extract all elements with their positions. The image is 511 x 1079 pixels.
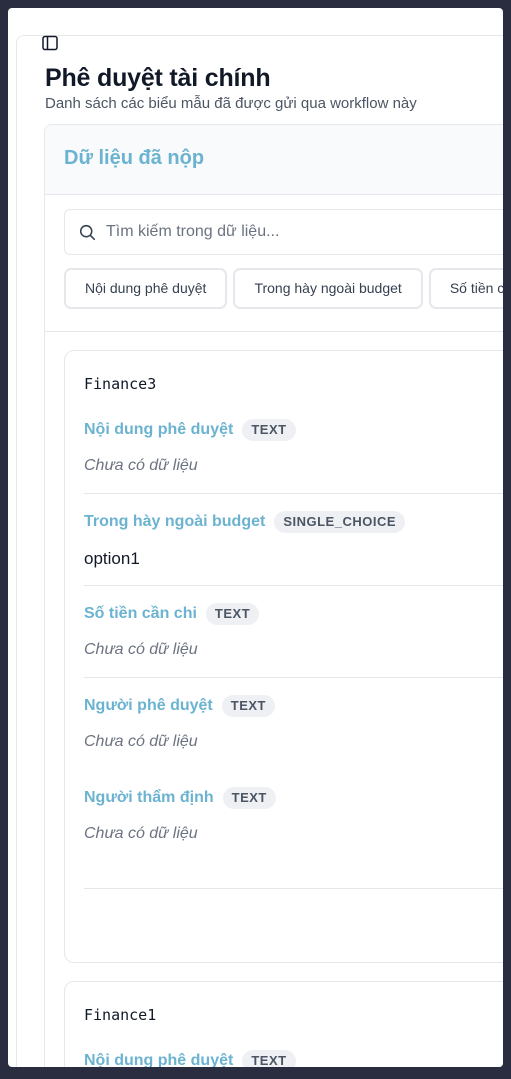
field-label: Số tiền cần chi: [84, 605, 197, 622]
divider: [45, 331, 503, 332]
field-value: Chưa có dữ liệu: [84, 457, 198, 474]
field-type-badge: TEXT: [242, 419, 296, 441]
app-window: Phê duyệt tài chính Danh sách các biểu m…: [8, 8, 503, 1067]
field-label: Người thẩm định: [84, 789, 214, 806]
record-card: Finance3 Nội dung phê duyệt TEXT Chưa có …: [64, 350, 503, 963]
field-item: Người phê duyệt TEXT Chưa có dữ liệu: [84, 695, 503, 757]
field-type-badge: TEXT: [205, 603, 260, 625]
search-input[interactable]: [106, 210, 503, 254]
divider: [84, 677, 503, 678]
card-title: Dữ liệu đã nộp: [64, 147, 205, 169]
field-label: Trong hày ngoài budget: [84, 513, 266, 530]
page-subtitle: Danh sách các biểu mẫu đã được gửi qua w…: [45, 95, 417, 112]
record-name: Finance1: [84, 1006, 157, 1024]
field-label: Nội dung phê duyệt: [84, 1052, 234, 1067]
field-value: option1: [84, 549, 140, 568]
filter-chips: Nội dung phê duyệt Trong hày ngoài budget…: [64, 268, 503, 309]
page-title: Phê duyệt tài chính: [45, 64, 271, 92]
divider: [84, 493, 503, 494]
filter-chip-content[interactable]: Nội dung phê duyệt: [64, 268, 228, 309]
field-item: Số tiền cần chi TEXT Chưa có dữ liệu: [84, 603, 503, 665]
sidebar-panel-icon[interactable]: [42, 35, 58, 51]
field-label: Người phê duyệt: [84, 697, 213, 714]
field-value: Chưa có dữ liệu: [84, 733, 198, 750]
search-box: [64, 209, 503, 255]
record-name: Finance3: [84, 375, 157, 393]
field-item: Người thẩm định TEXT Chưa có dữ liệu: [84, 787, 503, 849]
card-header: Dữ liệu đã nộp: [45, 125, 503, 195]
field-type-badge: TEXT: [221, 695, 275, 717]
filter-chip-budget[interactable]: Trong hày ngoài budget: [233, 268, 423, 309]
field-item: Nội dung phê duyệt TEXT Chưa có dữ liệu: [84, 419, 503, 481]
field-label: Nội dung phê duyệt: [84, 421, 234, 438]
submitted-data-card: Dữ liệu đã nộp Nội dung phê duyệtTrong h…: [44, 124, 503, 1067]
field-value: Chưa có dữ liệu: [84, 641, 198, 658]
field-type-badge: TEXT: [222, 787, 276, 809]
field-item: Trong hày ngoài budget SINGLE_CHOICE opti…: [84, 511, 503, 573]
field-value: Chưa có dữ liệu: [84, 825, 198, 842]
divider: [84, 888, 503, 889]
field-type-badge: TEXT: [242, 1050, 296, 1067]
divider: [84, 585, 503, 586]
record-card: Finance1 Nội dung phê duyệt TEXT: [64, 981, 503, 1067]
field-item: Nội dung phê duyệt TEXT: [84, 1050, 503, 1067]
search-icon: [79, 224, 96, 241]
filter-chip-amount[interactable]: Số tiền cần chi: [428, 268, 503, 309]
field-type-badge: SINGLE_CHOICE: [274, 511, 406, 533]
